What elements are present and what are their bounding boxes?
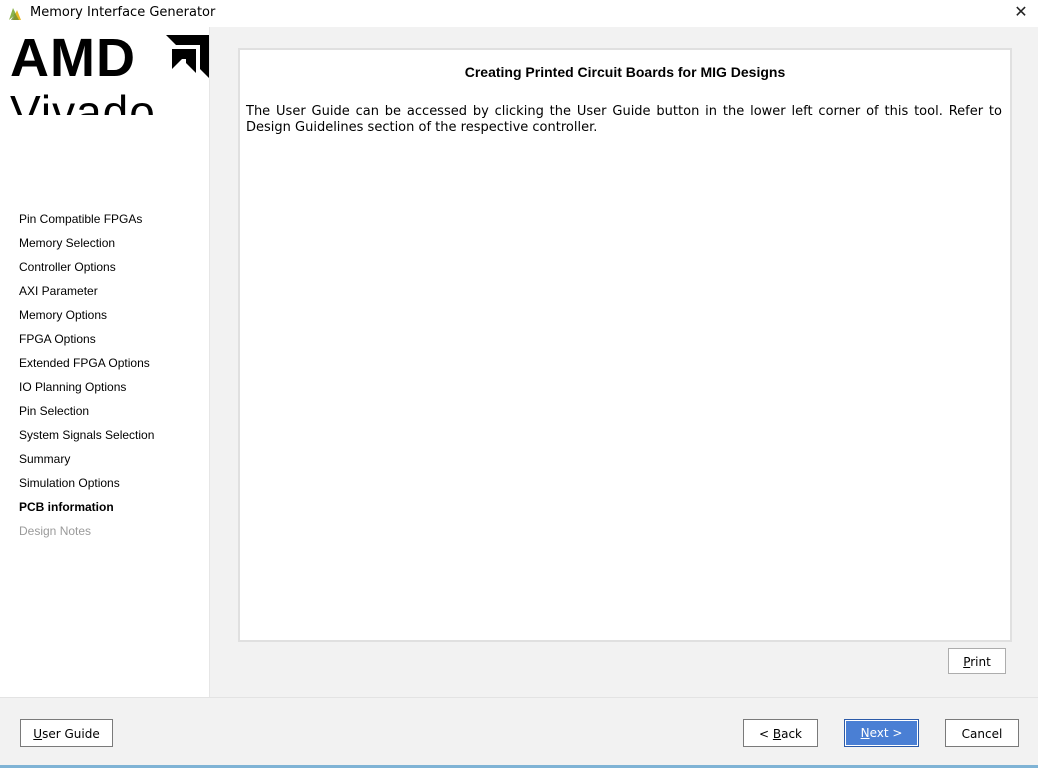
title-bar: Memory Interface Generator ✕ xyxy=(0,0,1038,27)
user-guide-label: ser Guide xyxy=(42,727,100,741)
footer-divider xyxy=(0,697,1038,698)
amd-arrow-icon xyxy=(166,35,210,79)
panel-divider xyxy=(209,27,210,697)
content-panel: Creating Printed Circuit Boards for MIG … xyxy=(238,48,1012,642)
nav-item-io-planning-options[interactable]: IO Planning Options xyxy=(19,379,154,403)
user-guide-button[interactable]: User Guide xyxy=(20,719,113,747)
nav-item-summary[interactable]: Summary xyxy=(19,451,154,475)
amd-vivado-logo: AMD Vivado xyxy=(10,33,210,115)
nav-item-axi-parameter[interactable]: AXI Parameter xyxy=(19,283,154,307)
nav-item-controller-options[interactable]: Controller Options xyxy=(19,259,154,283)
page-title: Creating Printed Circuit Boards for MIG … xyxy=(464,64,786,80)
nav-item-fpga-options[interactable]: FPGA Options xyxy=(19,331,154,355)
content-body-text: The User Guide can be accessed by clicki… xyxy=(246,104,1002,135)
nav-item-system-signals-selection[interactable]: System Signals Selection xyxy=(19,427,154,451)
nav-item-extended-fpga-options[interactable]: Extended FPGA Options xyxy=(19,355,154,379)
nav-item-design-notes: Design Notes xyxy=(19,524,92,538)
left-panel: AMD Vivado Pin Compatible FPGAs Memory S… xyxy=(0,27,210,697)
mig-window: Memory Interface Generator ✕ AMD Vivado … xyxy=(0,0,1038,768)
back-mnemonic: B xyxy=(772,727,782,741)
next-mnemonic: N xyxy=(860,726,870,740)
cancel-button[interactable]: Cancel xyxy=(945,719,1019,747)
nav-item-pcb-information[interactable]: PCB information xyxy=(19,499,154,523)
nav-item-memory-options[interactable]: Memory Options xyxy=(19,307,154,331)
nav-item-pin-compatible-fpgas[interactable]: Pin Compatible FPGAs xyxy=(19,211,154,235)
nav-item-pin-selection[interactable]: Pin Selection xyxy=(19,403,154,427)
step-nav: Pin Compatible FPGAs Memory Selection Co… xyxy=(19,211,154,547)
back-prefix: < xyxy=(758,727,773,741)
print-button[interactable]: Print xyxy=(948,648,1006,674)
print-label: rint xyxy=(970,655,991,669)
user-guide-mnemonic: U xyxy=(33,727,43,741)
close-icon[interactable]: ✕ xyxy=(1010,3,1032,23)
window-title: Memory Interface Generator xyxy=(30,5,216,20)
back-label: ack xyxy=(781,727,802,741)
logo-product: Vivado xyxy=(10,86,156,115)
nav-item-memory-selection[interactable]: Memory Selection xyxy=(19,235,154,259)
next-button[interactable]: Next > xyxy=(844,719,919,747)
back-button[interactable]: < Back xyxy=(743,719,818,747)
nav-item-simulation-options[interactable]: Simulation Options xyxy=(19,475,154,499)
vivado-app-icon xyxy=(9,8,21,20)
next-label: ext > xyxy=(869,726,903,740)
logo-brand: AMD xyxy=(10,33,136,88)
